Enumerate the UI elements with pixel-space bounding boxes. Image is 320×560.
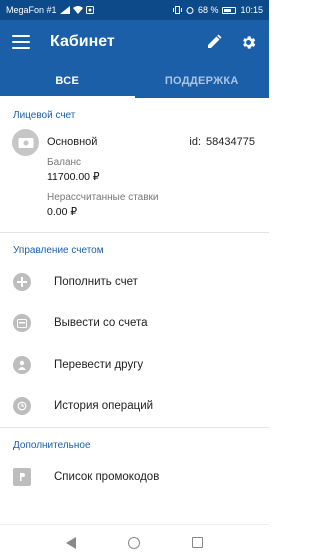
app-bar: Кабинет — [0, 20, 269, 64]
nav-recent-apps-icon[interactable] — [192, 537, 203, 548]
menu-item-transfer[interactable]: Перевести другу — [0, 344, 269, 386]
withdraw-icon — [13, 314, 31, 333]
balance-value: 11700.00 ₽ — [47, 171, 100, 183]
carrier-name: MegaFon #1 — [6, 5, 57, 15]
page-title: Кабинет — [50, 33, 115, 50]
history-icon — [13, 397, 31, 416]
promo-icon — [13, 467, 31, 486]
menu-item-history[interactable]: История операций — [0, 386, 269, 428]
menu-item-label: Перевести другу — [54, 358, 144, 371]
menu-item-withdraw[interactable]: Вывести со счета — [0, 303, 269, 345]
account-id-value: 58434775 — [206, 136, 255, 148]
status-bar: MegaFon #1 68 % 10:15 — [0, 0, 269, 20]
account-money-icon — [12, 129, 39, 156]
alarm-icon — [186, 7, 194, 14]
nav-back-icon[interactable] — [66, 536, 76, 549]
settings-gear-icon[interactable] — [240, 34, 257, 51]
plus-icon — [13, 272, 31, 291]
tab-bar: ВСЕ ПОДДЕРЖКА — [0, 64, 269, 98]
nav-home-icon[interactable] — [128, 536, 140, 549]
edit-pencil-icon[interactable] — [206, 34, 222, 50]
account-name: Основной — [47, 136, 98, 148]
balance-label: Баланс — [47, 157, 82, 168]
unsettled-bets-label: Нерассчитанные ставки — [47, 192, 159, 203]
notification-icon — [85, 6, 94, 14]
section-title-manage: Управление счетом — [13, 245, 104, 256]
menu-item-label: Пополнить счет — [54, 275, 138, 288]
section-title-additional: Дополнительное — [13, 440, 91, 451]
system-nav-bar — [0, 524, 269, 560]
section-title-account: Лицевой счет — [13, 110, 76, 121]
main-content: Лицевой счет Основной id: 58434775 Баланс… — [0, 98, 269, 498]
account-id: id: 58434775 — [189, 136, 255, 148]
tab-support[interactable]: ПОДДЕРЖКА — [135, 64, 270, 98]
battery-icon — [222, 6, 237, 14]
hamburger-menu-icon[interactable] — [12, 35, 30, 49]
wifi-icon — [72, 6, 83, 14]
menu-item-label: История операций — [54, 400, 154, 413]
vibrate-icon — [172, 6, 182, 14]
menu-item-deposit[interactable]: Пополнить счет — [0, 261, 269, 303]
person-icon — [13, 355, 31, 374]
account-id-label: id: — [189, 136, 202, 148]
account-card[interactable]: Основной id: 58434775 Баланс 11700.00 ₽ Н… — [0, 126, 269, 232]
clock: 10:15 — [240, 5, 263, 15]
signal-icon — [59, 6, 70, 14]
tab-all[interactable]: ВСЕ — [0, 64, 135, 98]
menu-item-promocodes[interactable]: Список промокодов — [0, 456, 269, 498]
unsettled-bets-value: 0.00 ₽ — [47, 206, 78, 218]
battery-percent: 68 % — [197, 5, 219, 15]
menu-item-label: Список промокодов — [54, 470, 160, 483]
menu-item-label: Вывести со счета — [54, 317, 148, 330]
